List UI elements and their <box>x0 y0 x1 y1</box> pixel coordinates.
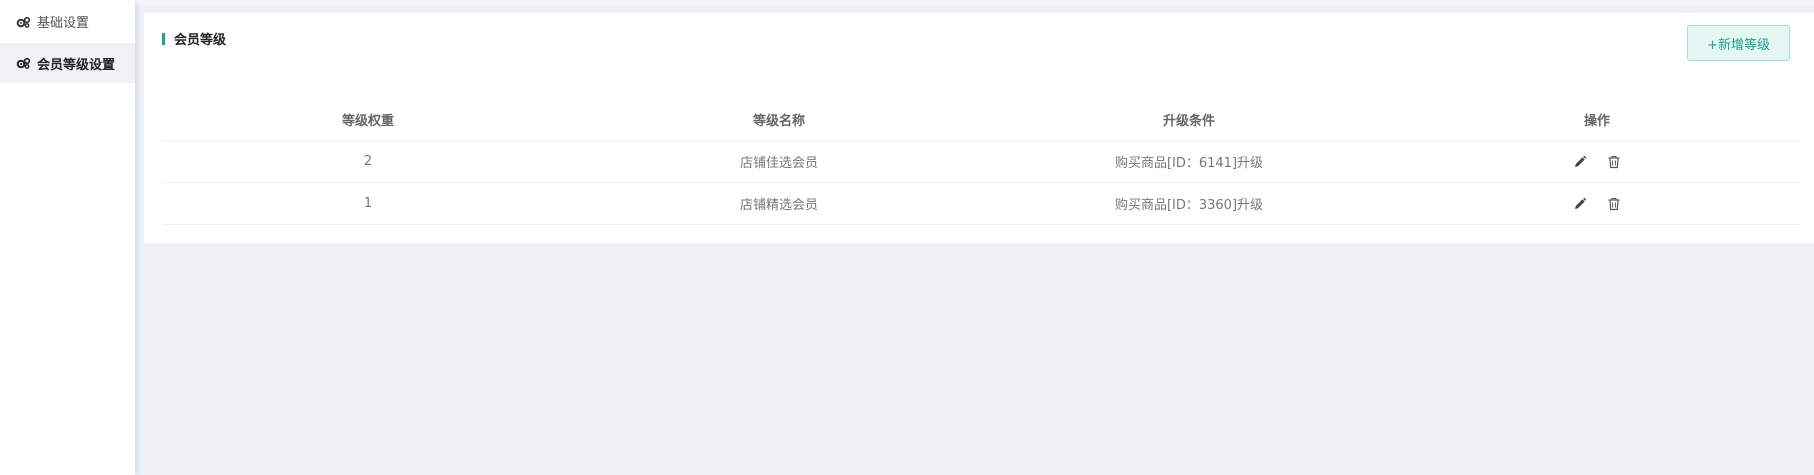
column-header-weight: 等级权重 <box>341 114 394 129</box>
gears-icon <box>16 16 31 28</box>
delete-trash-icon[interactable] <box>1607 155 1621 169</box>
sidebar-item-basic-settings[interactable]: 基础设置 <box>0 0 135 43</box>
top-strip <box>135 0 1814 5</box>
table-row: 2 店铺佳选会员 购买商品[ID：6141]升级 <box>162 141 1800 183</box>
delete-trash-icon[interactable] <box>1607 197 1621 211</box>
edit-pencil-icon[interactable] <box>1573 197 1587 211</box>
member-level-table: 等级权重 等级名称 升级条件 操作 2 店铺佳选会员 购买商品[ID：6141]… <box>162 99 1800 225</box>
sidebar-item-label: 会员等级设置 <box>37 57 116 73</box>
card-title-text: 会员等级 <box>174 33 227 48</box>
column-header-condition: 升级条件 <box>1162 114 1215 129</box>
sidebar-item-label: 基础设置 <box>37 16 90 31</box>
level-weight: 1 <box>363 196 373 211</box>
sidebar-item-member-level-settings[interactable]: 会员等级设置 <box>0 43 135 83</box>
table-row: 1 店铺精选会员 购买商品[ID：3360]升级 <box>162 183 1800 225</box>
table-header-row: 等级权重 等级名称 升级条件 操作 <box>162 99 1800 141</box>
row-actions <box>1394 197 1800 211</box>
member-level-card: 会员等级 +新增等级 等级权重 等级名称 升级条件 操作 2 店铺佳选会员 购买… <box>144 13 1814 243</box>
column-header-name: 等级名称 <box>752 114 805 129</box>
sidebar: 基础设置 会员等级设置 <box>0 0 135 475</box>
card-title: 会员等级 <box>162 29 226 48</box>
column-header-actions: 操作 <box>1583 114 1610 129</box>
upgrade-condition: 购买商品[ID：6141]升级 <box>1114 156 1264 171</box>
title-accent-bar <box>162 32 165 45</box>
gears-icon <box>16 57 31 69</box>
edit-pencil-icon[interactable] <box>1573 155 1587 169</box>
add-level-button[interactable]: +新增等级 <box>1687 25 1790 61</box>
level-name: 店铺精选会员 <box>739 198 818 213</box>
level-name: 店铺佳选会员 <box>739 156 818 171</box>
level-weight: 2 <box>363 154 373 169</box>
upgrade-condition: 购买商品[ID：3360]升级 <box>1114 198 1264 213</box>
row-actions <box>1394 155 1800 169</box>
